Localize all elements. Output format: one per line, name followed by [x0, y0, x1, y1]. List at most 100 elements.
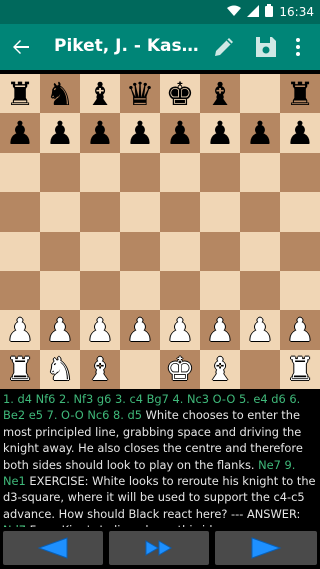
board-square[interactable]: [200, 231, 240, 271]
black-pawn-icon[interactable]: ♟: [126, 117, 155, 149]
board-square[interactable]: [240, 192, 280, 232]
board-square[interactable]: ♟: [80, 310, 120, 350]
back-button[interactable]: [8, 34, 34, 60]
white-rook-icon[interactable]: ♜: [286, 353, 315, 385]
board-square[interactable]: [120, 349, 160, 390]
edit-button[interactable]: [211, 34, 237, 60]
board-square[interactable]: ♟: [80, 113, 120, 153]
board-square[interactable]: ♟: [280, 310, 320, 350]
white-pawn-icon[interactable]: ♟: [46, 314, 75, 346]
board-square[interactable]: [0, 231, 40, 271]
board-square[interactable]: [0, 192, 40, 232]
board-square[interactable]: [80, 152, 120, 193]
white-pawn-icon[interactable]: ♟: [126, 314, 155, 346]
save-button[interactable]: [253, 34, 279, 60]
board-square[interactable]: [200, 270, 240, 311]
black-pawn-icon[interactable]: ♟: [46, 117, 75, 149]
board-square[interactable]: ♟: [160, 310, 200, 350]
board-square[interactable]: ♝: [80, 74, 120, 114]
board-square[interactable]: [120, 270, 160, 311]
board-square[interactable]: [160, 270, 200, 311]
board-square[interactable]: [280, 231, 320, 271]
board-square[interactable]: ♛: [120, 74, 160, 114]
black-pawn-icon[interactable]: ♟: [246, 117, 275, 149]
white-bishop-icon[interactable]: ♝: [206, 353, 235, 385]
board-square[interactable]: [120, 152, 160, 193]
board-square[interactable]: ♜: [0, 349, 40, 390]
white-pawn-icon[interactable]: ♟: [86, 314, 115, 346]
board-square[interactable]: [40, 152, 80, 193]
board-square[interactable]: [240, 152, 280, 193]
black-bishop-icon[interactable]: ♝: [86, 78, 115, 110]
board-square[interactable]: ♟: [0, 310, 40, 350]
board-square[interactable]: [40, 231, 80, 271]
white-pawn-icon[interactable]: ♟: [246, 314, 275, 346]
board-square[interactable]: [240, 231, 280, 271]
board-square[interactable]: [0, 152, 40, 193]
board-square[interactable]: [80, 231, 120, 271]
black-pawn-icon[interactable]: ♟: [206, 117, 235, 149]
board-square[interactable]: ♞: [40, 74, 80, 114]
white-pawn-icon[interactable]: ♟: [166, 314, 195, 346]
board-square[interactable]: [280, 270, 320, 311]
board-square[interactable]: ♟: [200, 310, 240, 350]
overflow-menu-button[interactable]: [291, 34, 305, 60]
white-pawn-icon[interactable]: ♟: [6, 314, 35, 346]
board-square[interactable]: ♚: [160, 349, 200, 390]
board-square[interactable]: ♟: [40, 310, 80, 350]
board-square[interactable]: [240, 349, 280, 390]
black-king-icon[interactable]: ♚: [166, 78, 195, 110]
board-square[interactable]: [280, 152, 320, 193]
previous-move-button[interactable]: [3, 531, 103, 565]
board-square[interactable]: ♟: [120, 310, 160, 350]
board-square[interactable]: ♝: [200, 349, 240, 390]
board-square[interactable]: [0, 270, 40, 311]
current-move[interactable]: Nd7: [3, 523, 26, 527]
board-square[interactable]: [80, 192, 120, 232]
black-rook-icon[interactable]: ♜: [286, 78, 315, 110]
board-square[interactable]: [240, 74, 280, 114]
board-square[interactable]: ♟: [200, 113, 240, 153]
next-move-button[interactable]: [215, 531, 317, 565]
board-square[interactable]: [240, 270, 280, 311]
board-square[interactable]: ♟: [160, 113, 200, 153]
white-knight-icon[interactable]: ♞: [46, 353, 75, 385]
board-square[interactable]: ♟: [40, 113, 80, 153]
black-bishop-icon[interactable]: ♝: [206, 78, 235, 110]
white-pawn-icon[interactable]: ♟: [286, 314, 315, 346]
board-square[interactable]: ♜: [0, 74, 40, 114]
board-square[interactable]: [80, 270, 120, 311]
white-rook-icon[interactable]: ♜: [6, 353, 35, 385]
black-rook-icon[interactable]: ♜: [6, 78, 35, 110]
board-square[interactable]: ♝: [80, 349, 120, 390]
black-pawn-icon[interactable]: ♟: [286, 117, 315, 149]
white-bishop-icon[interactable]: ♝: [86, 353, 115, 385]
black-knight-icon[interactable]: ♞: [46, 78, 75, 110]
board-square[interactable]: [160, 231, 200, 271]
board-square[interactable]: [280, 192, 320, 232]
white-pawn-icon[interactable]: ♟: [206, 314, 235, 346]
board-square[interactable]: ♟: [240, 113, 280, 153]
board-square[interactable]: ♟: [280, 113, 320, 153]
black-pawn-icon[interactable]: ♟: [6, 117, 35, 149]
board-square[interactable]: ♟: [120, 113, 160, 153]
board-square[interactable]: [40, 192, 80, 232]
white-king-icon[interactable]: ♚: [166, 353, 195, 385]
black-pawn-icon[interactable]: ♟: [166, 117, 195, 149]
black-pawn-icon[interactable]: ♟: [86, 117, 115, 149]
chess-board[interactable]: ♜ ♞ ♝ ♛ ♚ ♝ ♜ ♟ ♟ ♟ ♟ ♟ ♟ ♟ ♟ ♟ ♟ ♟ ♟ ♟ ♟ ♟ ♟ ♜ ♞ ♝ ♚ ♝ ♜: [0, 74, 320, 390]
board-square[interactable]: [120, 192, 160, 232]
move-list[interactable]: 1. d4 Nf6 2. Nf3 g6 3. c4 Bg7 4. Nc3 O-O…: [3, 391, 319, 527]
board-square[interactable]: ♜: [280, 349, 320, 390]
board-square[interactable]: ♞: [40, 349, 80, 390]
board-square[interactable]: [40, 270, 80, 311]
board-square[interactable]: ♟: [0, 113, 40, 153]
board-square[interactable]: [160, 152, 200, 193]
board-square[interactable]: ♚: [160, 74, 200, 114]
board-square[interactable]: [120, 231, 160, 271]
board-square[interactable]: ♝: [200, 74, 240, 114]
board-square[interactable]: [200, 152, 240, 193]
board-square[interactable]: ♜: [280, 74, 320, 114]
board-square[interactable]: [160, 192, 200, 232]
next-variation-button[interactable]: [109, 531, 209, 565]
